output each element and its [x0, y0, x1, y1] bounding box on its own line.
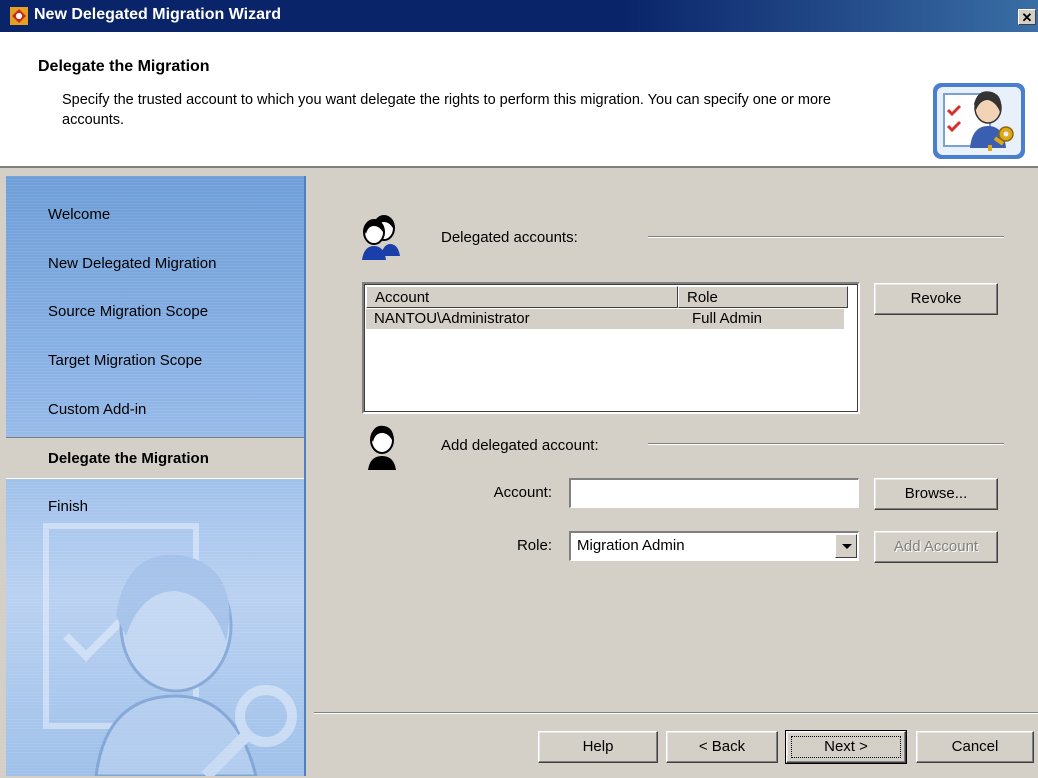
help-button[interactable]: Help	[538, 731, 658, 763]
cancel-button-label: Cancel	[951, 738, 999, 755]
sidebar-item-source-migration-scope[interactable]: Source Migration Scope	[6, 291, 304, 333]
list-header: Account Role	[366, 286, 856, 308]
sidebar-item-delegate-the-migration[interactable]: Delegate the Migration	[6, 437, 304, 479]
section-divider	[648, 236, 1004, 238]
delegated-accounts-label: Delegated accounts:	[441, 229, 578, 246]
close-button[interactable]: ✕	[1018, 9, 1036, 25]
browse-button[interactable]: Browse...	[874, 478, 998, 510]
add-delegated-account-label: Add delegated account:	[441, 437, 599, 454]
sidebar-item-finish[interactable]: Finish	[6, 486, 304, 528]
sidebar-item-welcome[interactable]: Welcome	[6, 194, 304, 236]
browse-button-label: Browse...	[904, 485, 968, 502]
page-description: Specify the trusted account to which you…	[62, 92, 831, 128]
column-header-role[interactable]: Role	[678, 286, 848, 308]
title-bar[interactable]: New Delegated Migration Wizard ✕	[0, 0, 1038, 32]
window-title: New Delegated Migration Wizard	[34, 6, 281, 23]
role-field-label: Role:	[516, 537, 552, 554]
cancel-button[interactable]: Cancel	[916, 731, 1034, 763]
page-title: Delegate the Migration	[38, 58, 210, 75]
sidebar-item-new-delegated-migration[interactable]: New Delegated Migration	[6, 243, 304, 285]
role-selected-value: Migration Admin	[577, 537, 685, 554]
sidebar-item-custom-add-in[interactable]: Custom Add-in	[6, 389, 304, 431]
users-icon	[362, 215, 400, 260]
account-cell: NANTOU\Administrator	[374, 310, 530, 327]
account-input[interactable]	[569, 478, 859, 508]
watermark-user-key-icon	[43, 523, 297, 776]
column-header-account[interactable]: Account	[366, 286, 678, 308]
app-icon	[10, 7, 28, 25]
user-key-icon	[933, 83, 1025, 159]
back-button-label: < Back	[698, 738, 746, 755]
revoke-button[interactable]: Revoke	[874, 283, 998, 315]
chevron-down-icon[interactable]	[835, 534, 857, 558]
next-button[interactable]: Next >	[785, 730, 907, 764]
close-icon: ✕	[1021, 10, 1033, 25]
section-divider	[648, 443, 1004, 445]
role-cell: Full Admin	[692, 310, 763, 327]
wizard-steps-sidebar: Welcome New Delegated Migration Source M…	[6, 176, 306, 776]
delegated-accounts-list[interactable]: Account Role NANTOU\Administrator Full A…	[362, 282, 860, 414]
wizard-window: New Delegated Migration Wizard ✕ Delegat…	[0, 0, 1038, 778]
add-account-button-label: Add Account	[893, 538, 979, 555]
account-field-label: Account:	[493, 484, 552, 501]
wizard-header: Delegate the Migration Specify the trust…	[0, 32, 1038, 168]
add-account-button[interactable]: Add Account	[874, 531, 998, 563]
help-button-label: Help	[582, 738, 614, 755]
back-button[interactable]: < Back	[666, 731, 778, 763]
user-icon	[368, 425, 396, 470]
table-row[interactable]: NANTOU\Administrator Full Admin	[366, 309, 844, 329]
sidebar-item-target-migration-scope[interactable]: Target Migration Scope	[6, 340, 304, 382]
footer-divider	[314, 712, 1038, 714]
role-select[interactable]: Migration Admin	[569, 531, 859, 561]
revoke-button-label: Revoke	[910, 290, 962, 307]
focus-rectangle	[791, 736, 901, 758]
